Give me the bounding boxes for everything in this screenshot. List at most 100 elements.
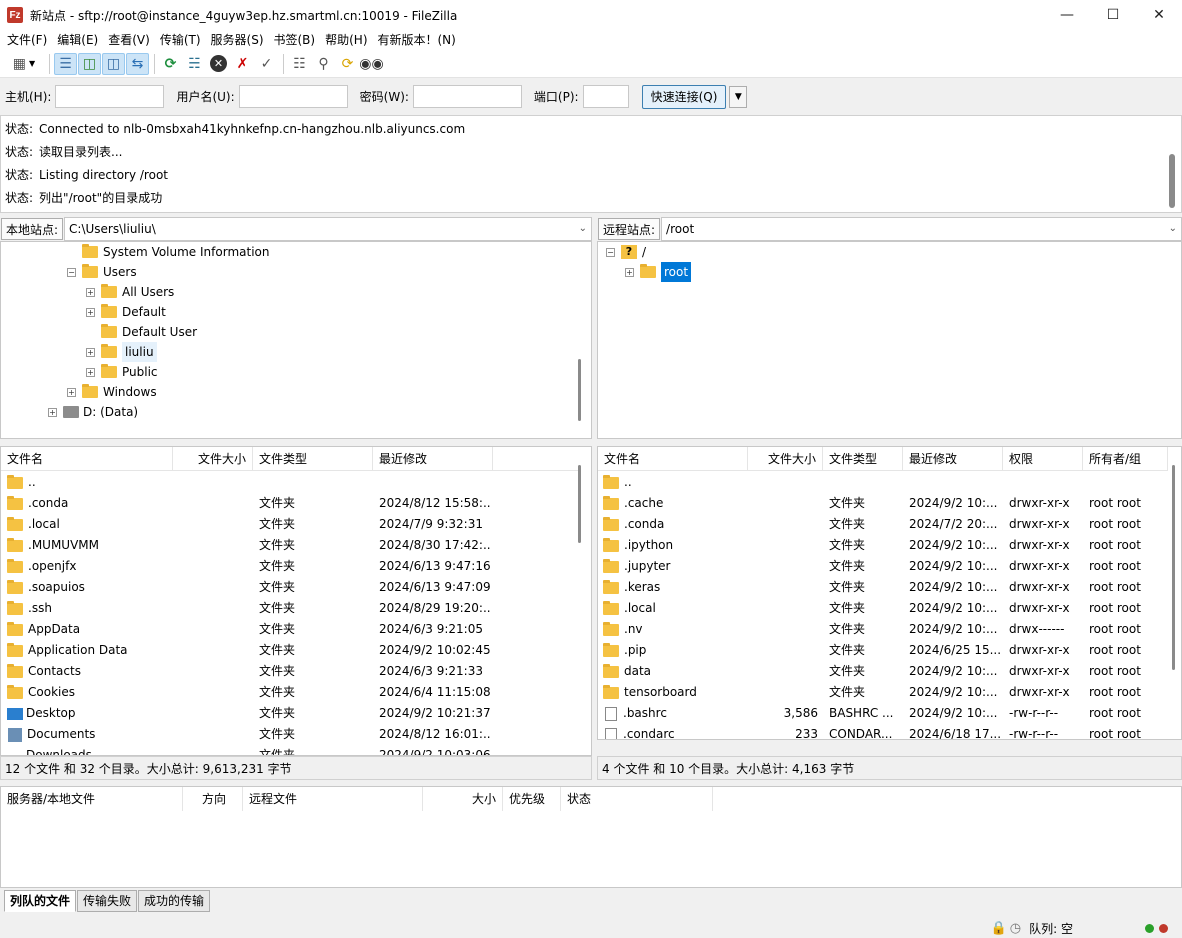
collapse-icon[interactable]: − [67, 267, 76, 277]
log-scrollbar[interactable] [1169, 154, 1175, 208]
file-row[interactable]: .local 文件夹 2024/9/2 10:... drwxr-xr-x root r… [598, 598, 1181, 619]
file-row[interactable]: data 文件夹 2024/9/2 10:... drwxr-xr-x root roo… [598, 661, 1181, 682]
file-row[interactable]: Application Data 文件夹 2024/9/2 10:02:45 [1, 640, 591, 661]
port-input[interactable] [582, 85, 629, 108]
toggle-queue-icon[interactable]: ⇆ [126, 52, 149, 75]
queue-column-local[interactable]: 服务器/本地文件 [1, 787, 183, 811]
local-list-scrollbar[interactable] [578, 465, 581, 543]
collapse-icon[interactable]: − [606, 247, 615, 257]
queue-column-size[interactable]: 大小 [423, 787, 503, 811]
menu-bookmarks[interactable]: 书签(B) [269, 30, 321, 50]
remote-path-input[interactable]: /root ⌄ [661, 216, 1182, 241]
file-row[interactable]: .nv 文件夹 2024/9/2 10:... drwx------ root root [598, 619, 1181, 640]
file-row[interactable]: .openjfx 文件夹 2024/6/13 9:47:16 [1, 556, 591, 577]
host-input[interactable] [55, 85, 165, 108]
reconnect-icon[interactable]: ✓ [255, 53, 278, 75]
file-row[interactable]: .pip 文件夹 2024/6/25 15... drwxr-xr-x root roo… [598, 640, 1181, 661]
column-filesize[interactable]: 文件大小 [173, 447, 253, 471]
remote-list-scrollbar[interactable] [1172, 465, 1175, 670]
expand-icon[interactable]: + [86, 367, 95, 377]
column-filesize[interactable]: 文件大小 [748, 447, 823, 471]
file-row[interactable]: Cookies 文件夹 2024/6/4 11:15:08 [1, 682, 591, 703]
close-button[interactable]: ✕ [1136, 0, 1182, 30]
file-row[interactable]: .keras 文件夹 2024/9/2 10:... drwxr-xr-x root r… [598, 577, 1181, 598]
tree-item[interactable]: + All Users [86, 282, 174, 302]
file-row[interactable]: .conda 文件夹 2024/7/2 20:... drwxr-xr-x root r… [598, 514, 1181, 535]
menu-server[interactable]: 服务器(S) [206, 30, 269, 50]
tree-item[interactable]: − Users [67, 262, 137, 282]
column-filetype[interactable]: 文件类型 [253, 447, 373, 471]
file-row[interactable]: Documents 文件夹 2024/8/12 16:01:... [1, 724, 591, 745]
queue-column-remote[interactable]: 远程文件 [243, 787, 423, 811]
file-row[interactable]: .conda 文件夹 2024/8/12 15:58:... [1, 493, 591, 514]
tree-item[interactable]: −? / [606, 242, 646, 262]
file-row[interactable]: Desktop 文件夹 2024/9/2 10:21:37 [1, 703, 591, 724]
maximize-button[interactable]: ☐ [1090, 0, 1136, 30]
file-row[interactable]: .soapuios 文件夹 2024/6/13 9:47:09 [1, 577, 591, 598]
tree-item[interactable]: System Volume Information [67, 242, 269, 262]
file-row[interactable]: ⤓Downloads文件夹2024/9/2 10:03:06 [1, 745, 591, 755]
menu-view[interactable]: 查看(V) [103, 30, 155, 50]
tab-successful-transfers[interactable]: 成功的传输 [138, 890, 211, 912]
queue-column-direction[interactable]: 方向 [183, 787, 243, 811]
site-manager-icon[interactable]: ▦ ▼ [4, 53, 44, 75]
expand-icon[interactable]: + [67, 387, 76, 397]
menu-file[interactable]: 文件(F) [2, 30, 52, 50]
queue-column-priority[interactable]: 优先级 [503, 787, 561, 811]
file-row[interactable]: .. [598, 472, 1181, 493]
file-row[interactable]: .ipython 文件夹 2024/9/2 10:... drwxr-xr-x root… [598, 535, 1181, 556]
file-row[interactable]: .condarc 233 CONDAR... 2024/6/18 17... -rw-r… [598, 724, 1181, 739]
chevron-down-icon[interactable]: ⌄ [579, 218, 587, 240]
tree-item[interactable]: + Default [86, 302, 166, 322]
speed-limit-icon[interactable]: ◷ [1010, 921, 1021, 936]
toggle-log-icon[interactable]: ☰ [54, 52, 77, 75]
tree-item[interactable]: + Public [86, 362, 158, 382]
menu-new-version[interactable]: 有新版本！(N) [373, 30, 461, 50]
expand-icon[interactable]: + [48, 407, 57, 417]
tab-queued-files[interactable]: 列队的文件 [4, 890, 77, 912]
file-row[interactable]: Contacts 文件夹 2024/6/3 9:21:33 [1, 661, 591, 682]
menu-transfer[interactable]: 传输(T) [155, 30, 206, 50]
file-row[interactable]: .cache 文件夹 2024/9/2 10:... drwxr-xr-x root r… [598, 493, 1181, 514]
expand-icon[interactable]: + [86, 347, 95, 357]
search-icon[interactable]: ◉◉ [359, 53, 383, 75]
file-row[interactable]: .jupyter 文件夹 2024/9/2 10:... drwxr-xr-x root… [598, 556, 1181, 577]
tree-item[interactable]: + D: (Data) [48, 402, 138, 422]
column-modified[interactable]: 最近修改 [903, 447, 1003, 471]
tree-item-selected[interactable]: + root [625, 262, 692, 282]
file-row[interactable]: .local 文件夹 2024/7/9 9:32:31 [1, 514, 591, 535]
file-row[interactable]: .MUMUVMM 文件夹 2024/8/30 17:42:... [1, 535, 591, 556]
tree-item[interactable]: + Windows [67, 382, 157, 402]
password-input[interactable] [412, 85, 522, 108]
column-owner[interactable]: 所有者/组 [1083, 447, 1168, 471]
quickconnect-button[interactable]: 快速连接(Q) [641, 84, 727, 109]
cancel-icon[interactable]: ✕ [207, 53, 230, 75]
process-queue-icon[interactable]: ☵ [183, 53, 206, 75]
chevron-down-icon[interactable]: ⌄ [1169, 218, 1177, 240]
username-input[interactable] [238, 85, 348, 108]
tree-item[interactable]: Default User [86, 322, 197, 342]
filter-icon[interactable]: ☷ [288, 53, 311, 75]
file-row[interactable]: AppData 文件夹 2024/6/3 9:21:05 [1, 619, 591, 640]
menu-help[interactable]: 帮助(H) [320, 30, 372, 50]
queue-column-status[interactable]: 状态 [561, 787, 713, 811]
expand-icon[interactable]: + [625, 267, 634, 277]
file-row[interactable]: .bashrc 3,586 BASHRC ... 2024/9/2 10:... -rw… [598, 703, 1181, 724]
column-filetype[interactable]: 文件类型 [823, 447, 903, 471]
column-modified[interactable]: 最近修改 [373, 447, 493, 471]
sync-browse-icon[interactable]: ⟳ [336, 53, 359, 75]
toggle-local-tree-icon[interactable]: ◫ [78, 52, 101, 75]
menu-edit[interactable]: 编辑(E) [52, 30, 103, 50]
file-row[interactable]: .. [1, 472, 591, 493]
expand-icon[interactable]: + [86, 287, 95, 297]
refresh-icon[interactable]: ⟳ [159, 53, 182, 75]
quickconnect-dropdown-icon[interactable]: ▼ [729, 85, 748, 108]
expand-icon[interactable]: + [86, 307, 95, 317]
file-row[interactable]: tensorboard 文件夹 2024/9/2 10:... drwxr-xr-x r… [598, 682, 1181, 703]
tab-failed-transfers[interactable]: 传输失败 [77, 890, 138, 912]
disconnect-icon[interactable]: ✗ [231, 53, 254, 75]
column-permissions[interactable]: 权限 [1003, 447, 1083, 471]
toggle-remote-tree-icon[interactable]: ◫ [102, 52, 125, 75]
minimize-button[interactable]: — [1044, 0, 1090, 30]
compare-icon[interactable]: ⚲ [312, 53, 335, 75]
